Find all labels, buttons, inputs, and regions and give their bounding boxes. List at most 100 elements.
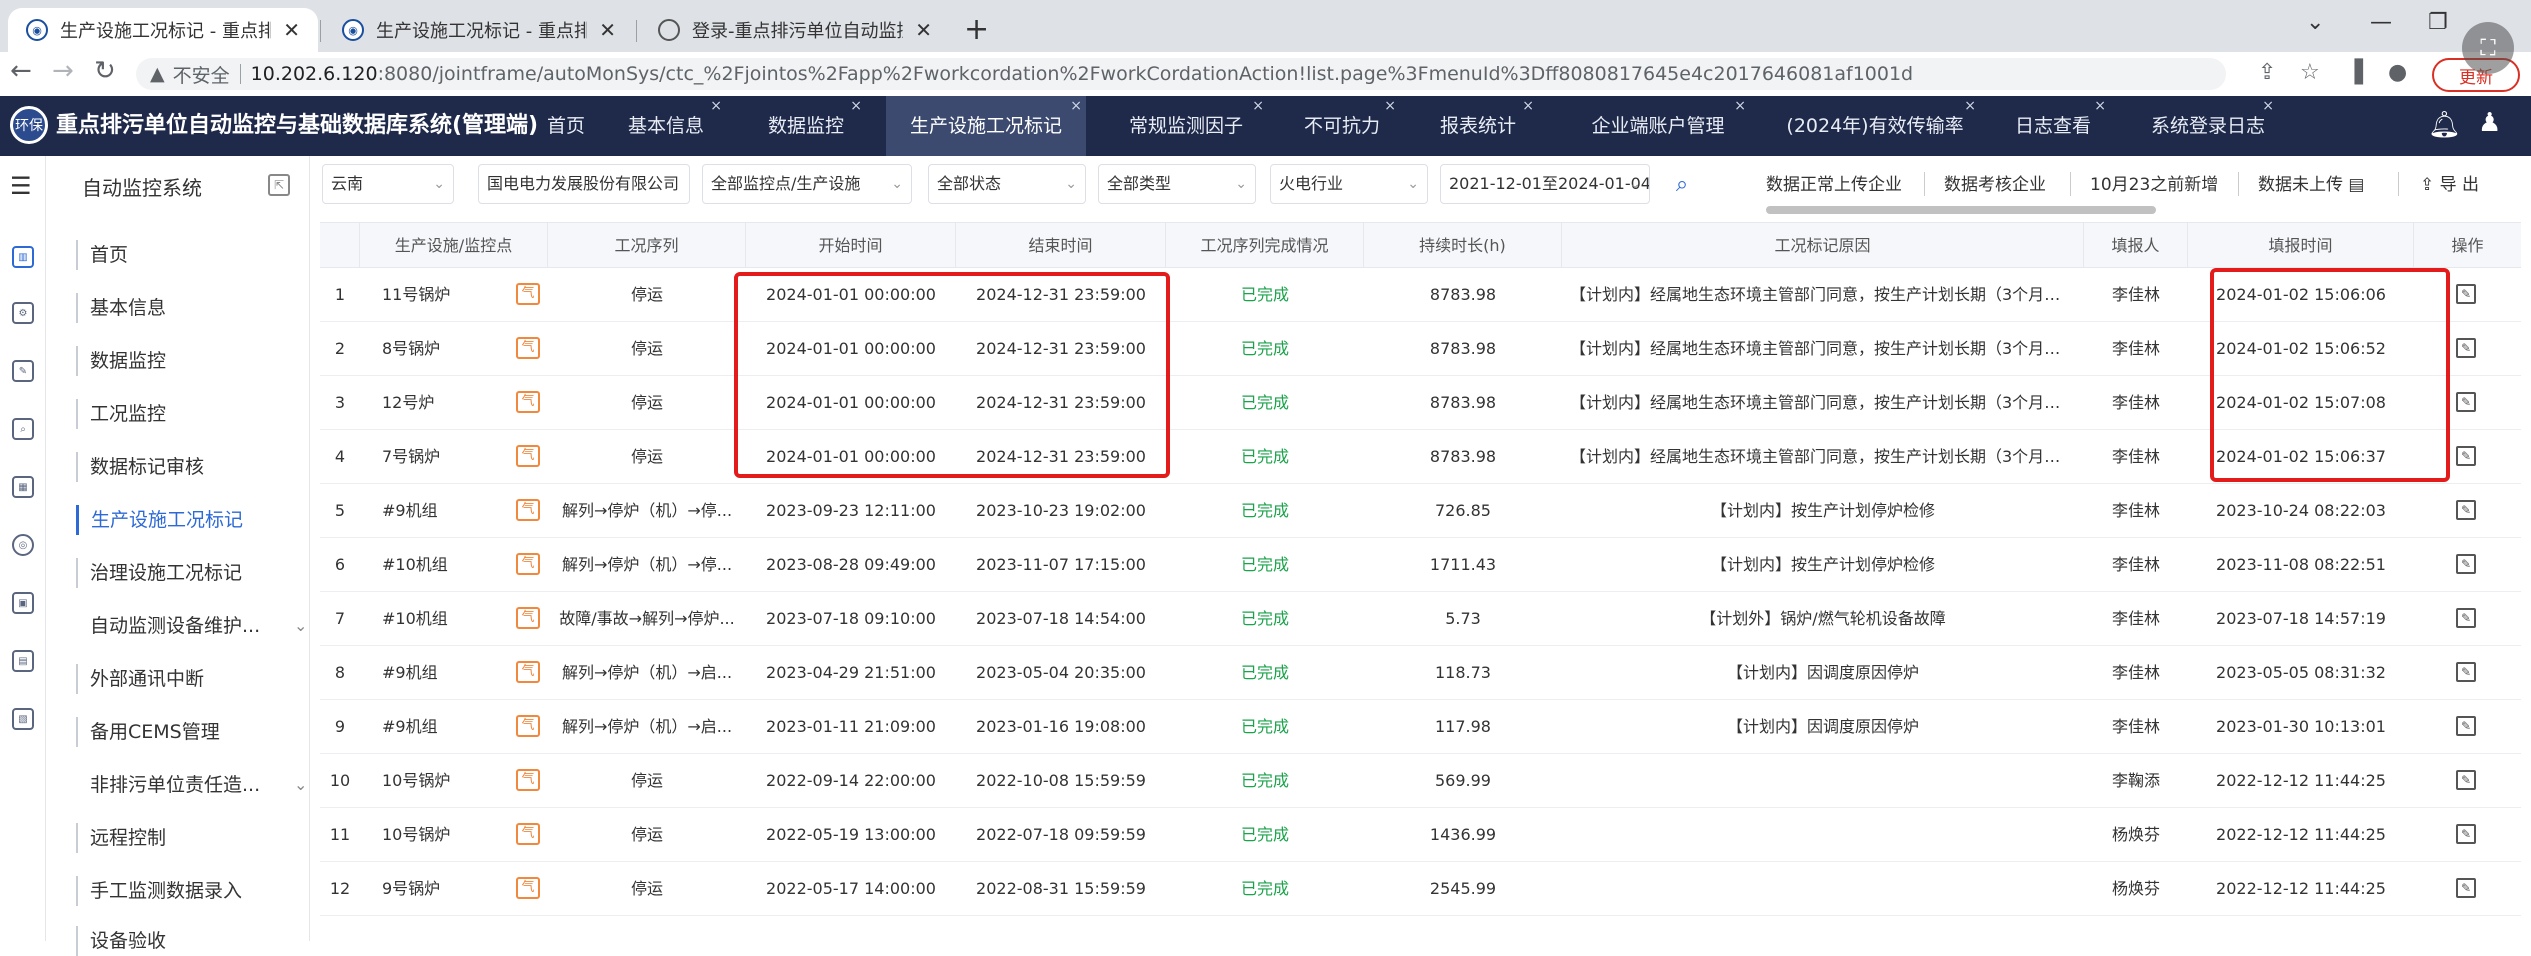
status-select[interactable]: 全部状态 ⌄ (928, 164, 1086, 204)
industry-select[interactable]: 火电行业 ⌄ (1270, 164, 1428, 204)
table-row[interactable]: 1 11号锅炉 停运 2024-01-01 00:00:00 2024-12-31 23… (320, 268, 2521, 322)
sidebar-item-condition-monitor[interactable]: 工况监控 (76, 399, 166, 429)
header-duration[interactable]: 持续时长(h) (1364, 223, 1562, 269)
header-reason[interactable]: 工况标记原因 (1562, 223, 2084, 269)
sidebar-item-device-maintenance[interactable]: 自动监测设备维护... ⌄ (76, 611, 307, 641)
tab-search-icon[interactable]: ⌄ (2306, 10, 2324, 35)
edit-icon[interactable]: ✎ (2456, 338, 2476, 358)
link-new-before[interactable]: 10月23之前新增 (2090, 170, 2218, 195)
link-normal-upload[interactable]: 数据正常上传企业 (1766, 170, 1902, 195)
tab-force-majeure[interactable]: 不可抗力 × (1284, 96, 1400, 156)
horizontal-scrollbar[interactable] (1766, 206, 2156, 214)
sidebar-item-non-polluter[interactable]: 非排污单位责任造... ⌄ (76, 770, 307, 800)
link-not-uploaded[interactable]: 数据未上传 ▤ (2258, 170, 2364, 195)
image-icon[interactable]: ▣ (12, 592, 34, 614)
table-row[interactable]: 3 12号炉 停运 2024-01-01 00:00:00 2024-12-31 23:… (320, 376, 2521, 430)
minimize-icon[interactable]: — (2370, 10, 2392, 35)
table-row[interactable]: 11 10号锅炉 停运 2022-05-19 13:00:00 2022-07-18 0… (320, 808, 2521, 862)
sidebar-item-acceptance[interactable]: 设备验收 (76, 926, 166, 956)
chart-bar-icon[interactable]: ▥ (12, 246, 34, 268)
tab-close-icon[interactable]: × (2094, 76, 2106, 136)
edit-icon[interactable]: ✎ (2456, 284, 2476, 304)
side-panel-icon[interactable]: ▐ (2346, 60, 2363, 85)
target-icon[interactable]: ◎ (12, 534, 34, 556)
tab-close-icon[interactable]: × (1070, 76, 1082, 136)
tab-transmission-rate[interactable]: (2024年)有效传输率 × (1770, 96, 1980, 156)
user-icon[interactable]: ♟ (2478, 108, 2501, 138)
sidebar-item-backup-cems[interactable]: 备用CEMS管理 (76, 717, 220, 747)
edit-icon[interactable]: ✎ (2456, 716, 2476, 736)
tab-data-monitor[interactable]: 数据监控 × (746, 96, 866, 156)
tab-close-icon[interactable]: × (1252, 76, 1264, 136)
close-tab-icon[interactable]: ✕ (915, 18, 932, 42)
sidebar-item-production-marking[interactable]: 生产设施工况标记 (76, 505, 243, 535)
edit-icon[interactable]: ✎ (2456, 608, 2476, 628)
header-start-time[interactable]: 开始时间 (746, 223, 956, 269)
sidebar-item-home[interactable]: 首页 (76, 240, 128, 270)
header-end-time[interactable]: 结束时间 (956, 223, 1166, 269)
edit-icon[interactable]: ✎ (2456, 554, 2476, 574)
tab-login-log[interactable]: 系统登录日志 × (2138, 96, 2278, 156)
table-row[interactable]: 9 #9机组 解列→停炉（机）→启... 2023-01-11 21:09:00 202… (320, 700, 2521, 754)
hamburger-menu-icon[interactable]: ☰ (10, 172, 32, 200)
back-icon[interactable]: ← (10, 56, 32, 86)
header-completion[interactable]: 工况序列完成情况 (1166, 223, 1364, 269)
tab-close-icon[interactable]: × (1964, 76, 1976, 136)
sidebar-item-data-monitor[interactable]: 数据监控 (76, 346, 166, 376)
edit-icon[interactable]: ✎ (2456, 878, 2476, 898)
header-reporter[interactable]: 填报人 (2084, 223, 2188, 269)
date-range-picker[interactable]: 2021-12-01至2024-01-04 ⌄ (1440, 164, 1650, 204)
tab-close-icon[interactable]: × (850, 76, 862, 136)
tab-enterprise-accounts[interactable]: 企业端账户管理 × (1566, 96, 1750, 156)
reload-icon[interactable]: ↻ (94, 56, 116, 86)
profile-icon[interactable]: ● (2388, 60, 2407, 85)
search-doc-icon[interactable]: ⌕ (12, 418, 34, 440)
card-icon[interactable]: ▧ (12, 708, 34, 730)
browser-tab-2[interactable]: ◉ 生产设施工况标记 - 重点排污单位自动监控与基础数据库系统 ✕ (324, 8, 634, 52)
edit-icon[interactable]: ✎ (2456, 446, 2476, 466)
sidebar-item-treatment-marking[interactable]: 治理设施工况标记 (76, 558, 242, 588)
edit-icon[interactable]: ✎ (2456, 824, 2476, 844)
edit-icon[interactable]: ✎ (2456, 662, 2476, 682)
export-button[interactable]: ⇪ 导 出 (2420, 170, 2479, 195)
company-input[interactable]: 国电电力发展股份有限公司 (478, 164, 690, 204)
tab-home[interactable]: 首页 (534, 96, 598, 156)
table-row[interactable]: 10 10号锅炉 停运 2022-09-14 22:00:00 2022-10-08 1… (320, 754, 2521, 808)
table-row[interactable]: 2 8号锅炉 停运 2024-01-01 00:00:00 2024-12-31 23:… (320, 322, 2521, 376)
table-row[interactable]: 12 9号锅炉 停运 2022-05-17 14:00:00 2022-08-31 15… (320, 862, 2521, 916)
close-tab-icon[interactable]: ✕ (599, 18, 616, 42)
edit-icon[interactable]: ✎ (2456, 770, 2476, 790)
link-assessed[interactable]: 数据考核企业 (1944, 170, 2046, 195)
sidebar-item-data-mark-review[interactable]: 数据标记审核 (76, 452, 204, 482)
new-tab-button[interactable]: + (964, 12, 989, 47)
point-select[interactable]: 全部监控点/生产设施 ⌄ (702, 164, 912, 204)
type-select[interactable]: 全部类型 ⌄ (1098, 164, 1256, 204)
tab-close-icon[interactable]: × (1384, 76, 1396, 136)
line-chart-icon[interactable]: ▦ (12, 476, 34, 498)
screenshot-overlay-icon[interactable]: ⛶ (2462, 22, 2514, 74)
table-row[interactable]: 4 7号锅炉 停运 2024-01-01 00:00:00 2024-12-31 23:… (320, 430, 2521, 484)
table-row[interactable]: 7 #10机组 故障/事故→解列→停炉... 2023-07-18 09:10:00 2… (320, 592, 2521, 646)
header-sequence[interactable]: 工况序列 (548, 223, 746, 269)
tab-close-icon[interactable]: × (2262, 76, 2274, 136)
sidebar-item-basic-info[interactable]: 基本信息 (76, 293, 166, 323)
browser-tab-1[interactable]: ◉ 生产设施工况标记 - 重点排污单位自动监控与基础数据库系统 ✕ (8, 8, 318, 52)
table-row[interactable]: 6 #10机组 解列→停炉（机）→停... 2023-08-28 09:49:00 20… (320, 538, 2521, 592)
sidebar-item-comm-interrupt[interactable]: 外部通讯中断 (76, 664, 204, 694)
tab-routine-factors[interactable]: 常规监测因子 × (1104, 96, 1268, 156)
tab-close-icon[interactable]: × (710, 76, 722, 136)
tab-close-icon[interactable]: × (1734, 76, 1746, 136)
header-report-time[interactable]: 填报时间 (2188, 223, 2414, 269)
tab-report-stats[interactable]: 报表统计 × (1418, 96, 1538, 156)
edit-icon[interactable]: ✎ (2456, 392, 2476, 412)
edit-doc-icon[interactable]: ✎ (12, 360, 34, 382)
tab-close-icon[interactable]: × (1522, 76, 1534, 136)
device-icon[interactable]: ▤ (12, 650, 34, 672)
collapse-sidebar-icon[interactable]: ⇱ (268, 174, 290, 196)
sidebar-item-remote-control[interactable]: 远程控制 (76, 823, 166, 853)
browser-tab-3[interactable]: 登录-重点排污单位自动监控与基础数据库系统 ✕ (640, 8, 950, 52)
tab-production-facility-marking[interactable]: 生产设施工况标记 × (886, 96, 1086, 156)
edit-icon[interactable]: ✎ (2456, 500, 2476, 520)
table-row[interactable]: 5 #9机组 解列→停炉（机）→停... 2023-09-23 12:11:00 202… (320, 484, 2521, 538)
settings-grid-icon[interactable]: ⚙ (12, 302, 34, 324)
